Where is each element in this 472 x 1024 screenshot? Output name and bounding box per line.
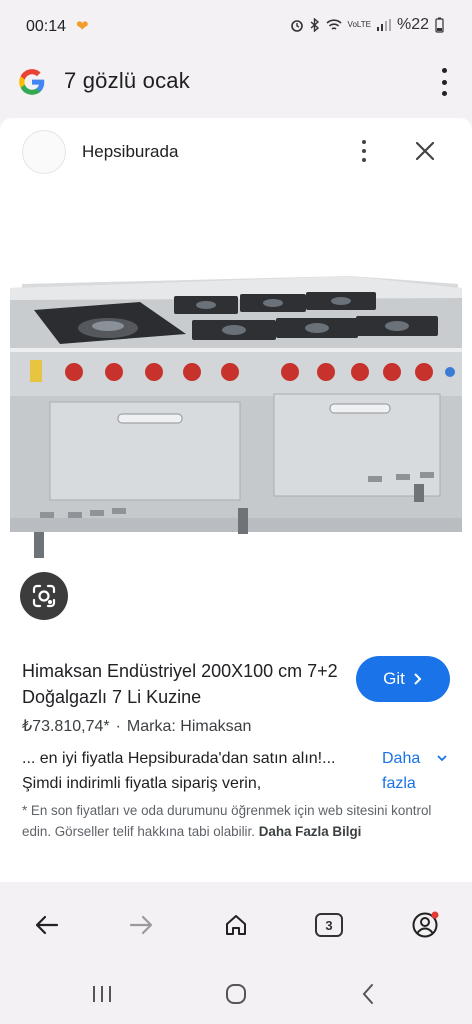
back-arrow-icon xyxy=(35,915,59,935)
lens-icon xyxy=(32,584,56,608)
source-row: Hepsiburada xyxy=(0,118,472,188)
signal-icon xyxy=(376,19,391,31)
status-time: 00:14 xyxy=(26,18,67,35)
status-icons: VoLTE %22 xyxy=(290,16,444,34)
more-vert-icon[interactable] xyxy=(438,68,450,96)
back-button[interactable] xyxy=(32,910,62,940)
source-name[interactable]: Hepsiburada xyxy=(82,142,178,162)
card-menu-icon[interactable] xyxy=(360,140,368,162)
disclaimer-text: * En son fiyatları ve oda durumunu öğren… xyxy=(22,803,432,839)
product-title[interactable]: Himaksan Endüstriyel 200X100 cm 7+2 Doğa… xyxy=(22,658,342,710)
home-button[interactable] xyxy=(221,910,251,940)
product-image[interactable] xyxy=(0,188,472,638)
result-card: Hepsiburada Himaksan Endüstriyel 200X100… xyxy=(0,118,472,888)
tab-count: 3 xyxy=(325,917,333,933)
tabs-button[interactable]: 3 xyxy=(314,910,344,940)
battery-level: %22 xyxy=(396,16,429,33)
lens-button[interactable] xyxy=(20,572,68,620)
favicon-icon xyxy=(22,130,66,174)
chevron-right-icon xyxy=(414,673,422,685)
forward-button[interactable] xyxy=(126,910,156,940)
account-icon xyxy=(412,911,439,938)
price: ₺73.810,74* xyxy=(22,718,110,735)
search-query[interactable]: 7 gözlü ocak xyxy=(64,68,190,94)
back-chevron-icon xyxy=(362,984,373,1004)
go-button[interactable]: Git xyxy=(356,656,450,702)
brand: Marka: Himaksan xyxy=(126,718,252,735)
volte-label: VoLTE xyxy=(347,20,371,29)
wifi-icon xyxy=(325,19,342,30)
alarm-icon xyxy=(290,20,303,32)
recents-button[interactable] xyxy=(88,980,116,1008)
home-icon xyxy=(226,915,246,935)
status-bar: 00:14 ❤ VoLTE %22 xyxy=(0,0,472,50)
tabs-icon: 3 xyxy=(315,913,343,937)
more-label: Daha fazla xyxy=(382,750,421,792)
description: ... en iyi fiyatla Hepsiburada'dan satın… xyxy=(22,750,336,792)
home-circle-icon xyxy=(226,984,246,1004)
more-link[interactable]: Daha fazla xyxy=(382,746,452,796)
bluetooth-icon xyxy=(310,18,319,32)
disclaimer-link[interactable]: Daha Fazla Bilgi xyxy=(259,824,362,839)
chevron-down-icon xyxy=(437,755,447,762)
close-icon[interactable] xyxy=(414,140,436,162)
price-row: ₺73.810,74* · Marka: Himaksan xyxy=(22,718,252,735)
battery-icon xyxy=(435,17,444,33)
heart-icon: ❤ xyxy=(76,18,89,35)
disclaimer: * En son fiyatları ve oda durumunu öğren… xyxy=(22,800,454,842)
system-nav xyxy=(0,960,472,1024)
forward-arrow-icon xyxy=(129,915,153,935)
system-back-button[interactable] xyxy=(354,980,382,1008)
search-toolbar: 7 gözlü ocak xyxy=(0,50,472,114)
recents-icon xyxy=(93,986,111,1002)
browser-bottom-nav: 3 xyxy=(0,888,472,960)
google-logo-icon[interactable] xyxy=(18,68,46,96)
go-button-label: Git xyxy=(383,669,405,688)
system-home-button[interactable] xyxy=(222,980,250,1008)
account-button[interactable] xyxy=(410,910,440,940)
